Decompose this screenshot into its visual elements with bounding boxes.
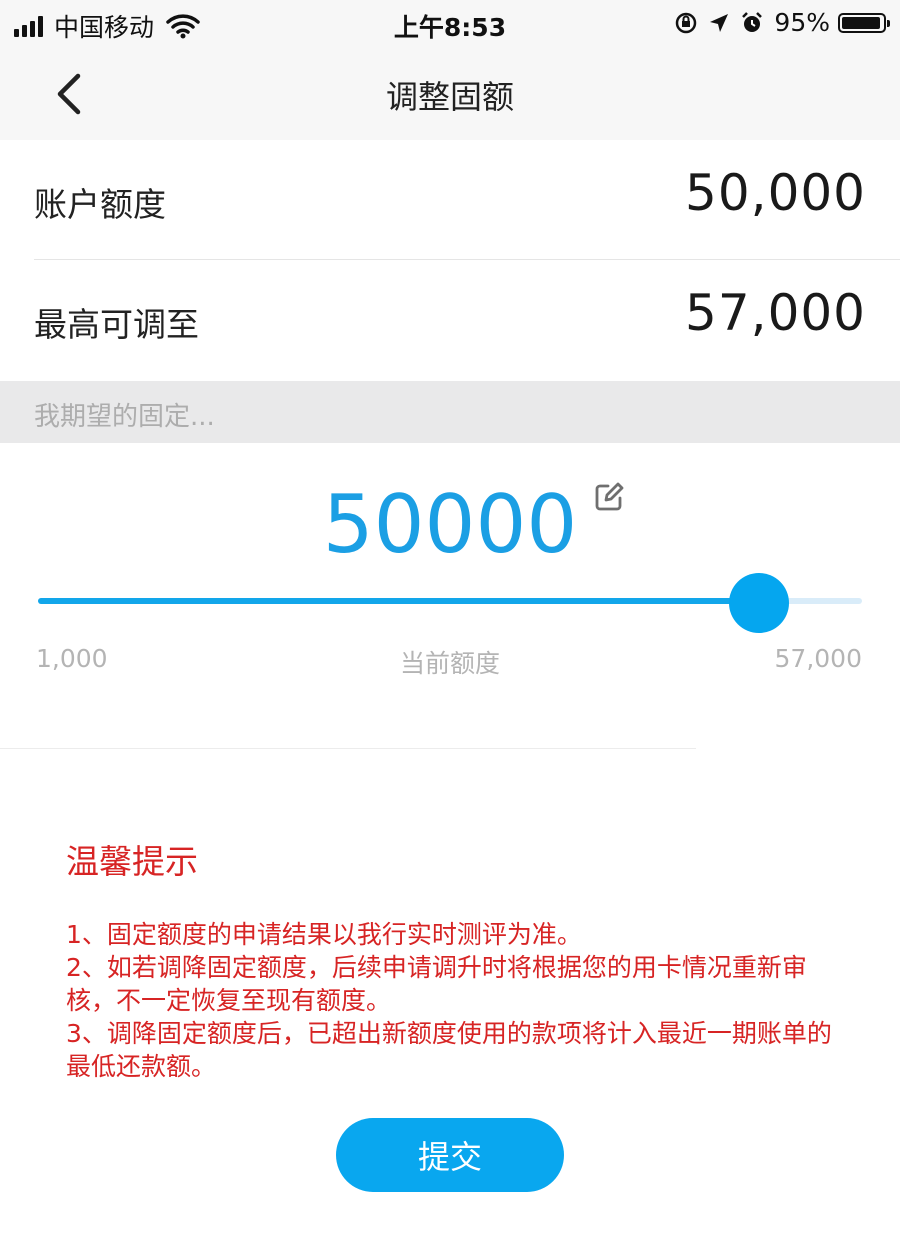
account-limit-value: 50,000: [685, 164, 866, 222]
account-limit-label: 账户额度: [34, 185, 166, 224]
nav-bar: 调整固额: [0, 48, 900, 141]
battery-icon: [838, 12, 890, 33]
submit-button[interactable]: 提交: [336, 1118, 564, 1192]
edit-icon[interactable]: [594, 482, 624, 512]
account-limit-row: 账户额度 50,000: [0, 140, 900, 260]
expected-limit-placeholder: 我期望的固定...: [34, 402, 215, 432]
section-divider: [0, 748, 696, 749]
tips-title: 温馨提示: [66, 842, 198, 881]
alarm-clock-icon: [742, 11, 763, 32]
rotation-lock-icon: [676, 12, 697, 33]
battery-percent: 95%: [774, 8, 830, 37]
selected-amount: 50000: [322, 478, 578, 571]
max-adjustable-row: 最高可调至 57,000: [0, 260, 900, 380]
limit-slider-fill: [38, 598, 759, 604]
tip-item: 3、调降固定额度后，已超出新额度使用的款项将计入最近一期账单的最低还款额。: [66, 1019, 832, 1081]
tips-list: 1、固定额度的申请结果以我行实时测评为准。 2、如若调降固定额度，后续申请调升时…: [66, 918, 846, 1083]
slider-max-label: 57,000: [774, 644, 862, 673]
location-arrow-icon: [710, 13, 729, 32]
max-adjustable-value: 57,000: [685, 284, 866, 342]
expected-limit-input[interactable]: 我期望的固定...: [0, 381, 900, 443]
status-bar: 中国移动 上午8:53 95%: [0, 0, 900, 48]
current-limit-label: 当前额度: [399, 649, 500, 678]
limit-slider-thumb[interactable]: [729, 573, 789, 633]
page-title: 调整固额: [385, 78, 514, 116]
max-adjustable-label: 最高可调至: [34, 305, 199, 344]
tip-item: 2、如若调降固定额度，后续申请调升时将根据您的用卡情况重新审核，不一定恢复至现有…: [66, 953, 807, 1015]
tip-item: 1、固定额度的申请结果以我行实时测评为准。: [66, 920, 582, 949]
